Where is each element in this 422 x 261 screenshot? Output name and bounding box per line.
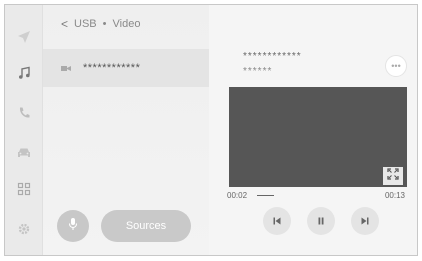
car-icon[interactable] [12, 141, 36, 165]
file-name: ************ [83, 62, 141, 74]
progress-bar[interactable] [257, 195, 367, 196]
breadcrumb-source: USB [74, 18, 97, 30]
sources-button[interactable]: Sources [101, 210, 191, 242]
track-subtitle: ****** [243, 66, 273, 77]
settings-icon[interactable] [12, 217, 36, 241]
elapsed-time: 00:02 [227, 191, 248, 200]
pause-button[interactable] [307, 207, 335, 235]
media-screen: < USB • Video ************ Sources *****… [4, 4, 418, 256]
apps-icon[interactable] [12, 177, 36, 201]
voice-button[interactable] [57, 210, 89, 242]
list-item[interactable]: ************ [43, 49, 209, 87]
skip-previous-icon [272, 216, 282, 226]
video-view[interactable] [229, 87, 407, 187]
total-time: 00:13 [384, 191, 405, 200]
next-button[interactable] [351, 207, 379, 235]
expand-icon [387, 167, 399, 185]
fullscreen-button[interactable] [383, 167, 403, 185]
previous-button[interactable] [263, 207, 291, 235]
progress-fill [257, 195, 274, 196]
microphone-icon [68, 217, 78, 236]
breadcrumb: < USB • Video [61, 17, 140, 31]
file-panel: < USB • Video ************ Sources [43, 5, 209, 255]
breadcrumb-separator: • [102, 18, 107, 30]
navigation-icon[interactable] [12, 25, 36, 49]
music-icon[interactable] [12, 61, 36, 85]
pause-icon [316, 216, 326, 226]
side-rail [5, 5, 43, 255]
phone-icon[interactable] [12, 101, 36, 125]
more-options-button[interactable]: ••• [385, 55, 407, 77]
back-button[interactable]: < [61, 17, 68, 31]
track-title: ************ [243, 51, 302, 62]
breadcrumb-mode: Video [112, 18, 141, 30]
player-panel: ************ ****** ••• 00:02 00:13 [209, 5, 417, 255]
skip-next-icon [360, 216, 370, 226]
video-camera-icon [61, 59, 71, 77]
